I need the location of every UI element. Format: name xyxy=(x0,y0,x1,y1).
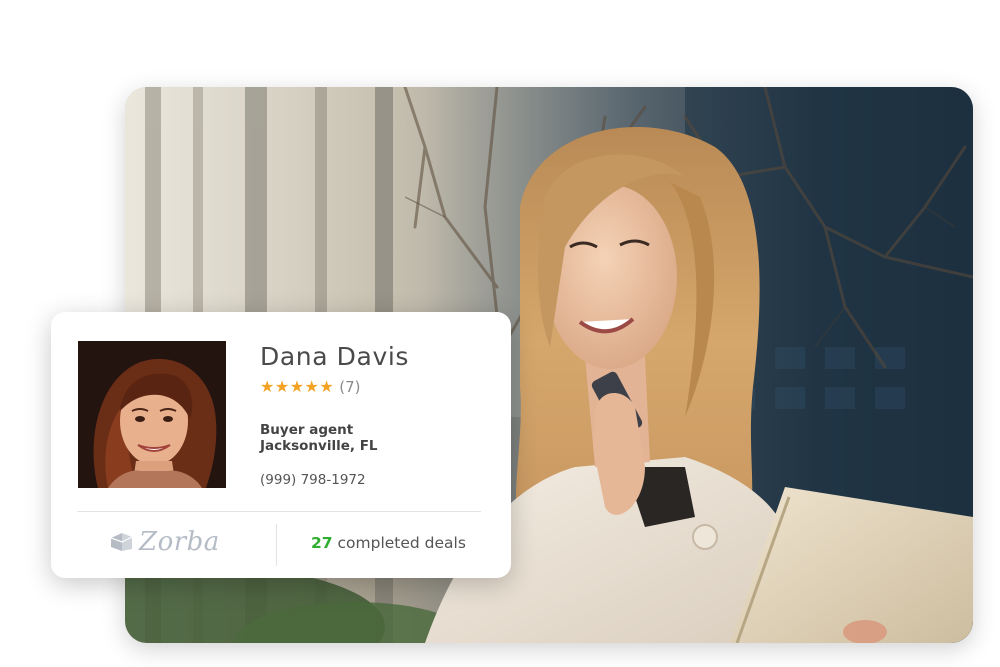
agent-role-block: Buyer agent Jacksonville, FL xyxy=(260,422,378,454)
agent-avatar xyxy=(78,341,226,488)
zorba-logo-text: Zorba xyxy=(139,527,220,557)
page: Dana Davis ★★★★★ (7) Buyer agent Jackson… xyxy=(0,0,1000,667)
agent-name[interactable]: Dana Davis xyxy=(260,342,409,371)
agent-phone[interactable]: (999) 798-1972 xyxy=(260,472,366,488)
agent-avatar-image xyxy=(78,341,226,488)
star-icon: ★★★★★ xyxy=(260,377,335,396)
footer-divider xyxy=(276,524,277,566)
card-divider xyxy=(77,511,481,512)
review-count[interactable]: (7) xyxy=(339,378,360,396)
zorba-logo-icon xyxy=(111,533,133,551)
deals-count: 27 xyxy=(311,534,333,552)
deals-label: completed deals xyxy=(337,534,466,552)
agent-rating[interactable]: ★★★★★ (7) xyxy=(260,377,360,396)
zorba-logo[interactable]: Zorba xyxy=(111,527,220,557)
agent-role: Buyer agent xyxy=(260,422,354,438)
completed-deals: 27 completed deals xyxy=(311,534,466,552)
agent-location: Jacksonville, FL xyxy=(260,438,378,454)
agent-card[interactable]: Dana Davis ★★★★★ (7) Buyer agent Jackson… xyxy=(51,312,511,578)
